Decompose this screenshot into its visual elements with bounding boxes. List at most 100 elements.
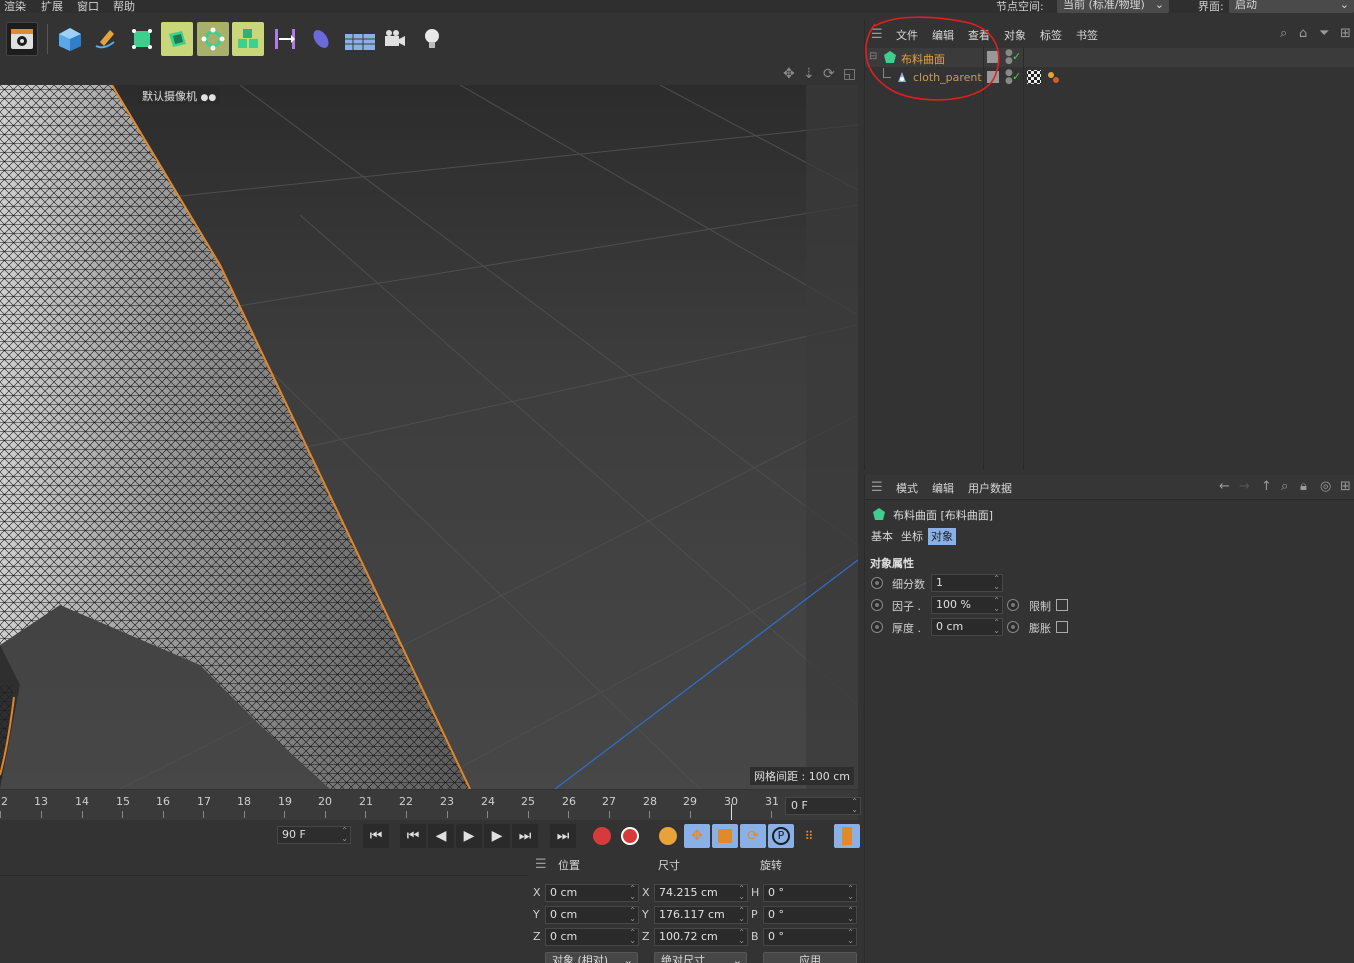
- back-arrow-icon[interactable]: ←: [1219, 479, 1230, 494]
- forward-arrow-icon[interactable]: →: [1239, 479, 1250, 494]
- record-key-icon[interactable]: [589, 824, 615, 848]
- go-to-end-icon[interactable]: ⏭: [550, 824, 576, 848]
- cube-icon[interactable]: [54, 22, 86, 56]
- search-icon[interactable]: ⌕: [1280, 26, 1287, 41]
- position-x-field[interactable]: 0 cm ⌃ ⌄: [545, 884, 639, 902]
- rotation-p-field[interactable]: 0 ° ⌃ ⌄: [763, 906, 857, 924]
- rotation-h-value: 0 °: [768, 886, 784, 899]
- floor-environment-icon[interactable]: [342, 22, 378, 56]
- timeline-tick: 15: [116, 795, 130, 808]
- spinner-icon[interactable]: ⌃ ⌄: [851, 798, 858, 814]
- animate-radio[interactable]: [1007, 621, 1019, 633]
- node-space-select[interactable]: 当前 (标准/物理) ⌄: [1057, 0, 1169, 13]
- menu-render[interactable]: 渲染: [4, 0, 26, 14]
- deformer-bend-icon[interactable]: [269, 22, 301, 56]
- spinner-icon[interactable]: ⌃ ⌄: [341, 827, 348, 843]
- 3d-viewport[interactable]: 网格间距 : 100 cm: [0, 85, 858, 789]
- size-z-field[interactable]: 100.72 cm ⌃ ⌄: [654, 928, 748, 946]
- limit-checkbox[interactable]: [1056, 599, 1068, 611]
- key-parameter-icon[interactable]: P: [768, 824, 794, 848]
- timeline-ruler[interactable]: 2 13 14 15 16 17 18 19 20 21 22 23 24 25…: [0, 790, 858, 820]
- menu-extensions[interactable]: 扩展: [41, 0, 63, 14]
- timeline-window-icon[interactable]: [834, 824, 860, 848]
- inflate-checkbox[interactable]: [1056, 621, 1068, 633]
- autokey-icon[interactable]: [617, 824, 643, 848]
- move-view-icon[interactable]: ✥: [783, 66, 795, 82]
- cloth-tag-icon[interactable]: [1046, 70, 1060, 87]
- animate-radio[interactable]: [871, 621, 883, 633]
- dolly-view-icon[interactable]: ⇣: [803, 66, 815, 82]
- layout-select[interactable]: 启动 ⌄: [1229, 0, 1354, 13]
- tab-object[interactable]: 对象: [928, 528, 956, 545]
- material-tag-icon[interactable]: [1027, 70, 1041, 84]
- subdivisions-field[interactable]: 1 ⌃ ⌄: [931, 574, 1003, 592]
- size-z-value: 100.72 cm: [659, 930, 718, 943]
- menu-window[interactable]: 窗口: [77, 0, 99, 14]
- filter-icon[interactable]: ⏷: [1319, 26, 1329, 41]
- pen-spline-icon[interactable]: [89, 22, 121, 56]
- size-x-field[interactable]: 74.215 cm ⌃ ⌄: [654, 884, 748, 902]
- light-bulb-icon[interactable]: [416, 22, 448, 56]
- om-menu-tags[interactable]: 标签: [1040, 27, 1062, 43]
- next-key-icon[interactable]: ⏭: [512, 824, 538, 848]
- timeline-tick: 24: [481, 795, 495, 808]
- animate-radio[interactable]: [871, 577, 883, 589]
- animate-radio[interactable]: [871, 599, 883, 611]
- key-scale-icon[interactable]: [712, 824, 738, 848]
- hamburger-menu-icon[interactable]: ☰: [535, 857, 547, 872]
- clapper-render-icon[interactable]: [6, 22, 38, 56]
- timeline-tick: 22: [399, 795, 413, 808]
- hamburger-menu-icon[interactable]: ☰: [871, 480, 883, 495]
- step-back-icon[interactable]: ◀: [428, 824, 454, 848]
- rotation-h-field[interactable]: 0 ° ⌃ ⌄: [763, 884, 857, 902]
- size-y-field[interactable]: 176.117 cm ⌃ ⌄: [654, 906, 748, 924]
- end-frame-field[interactable]: 90 F ⌃ ⌄: [277, 826, 351, 844]
- field-icon[interactable]: [305, 22, 337, 56]
- menu-help[interactable]: 帮助: [113, 0, 135, 14]
- mograph-cubes-icon[interactable]: [232, 22, 264, 56]
- om-menu-bookmarks[interactable]: 书签: [1076, 27, 1098, 43]
- playhead[interactable]: [731, 804, 732, 820]
- subdivision-icon[interactable]: [126, 22, 158, 56]
- search-icon[interactable]: ⌕: [1281, 479, 1288, 494]
- key-rotation-icon[interactable]: ⟳: [740, 824, 766, 848]
- position-y-field[interactable]: 0 cm ⌃ ⌄: [545, 906, 639, 924]
- camera-icon[interactable]: [379, 22, 411, 56]
- home-icon[interactable]: ⌂: [1299, 26, 1307, 41]
- camera-label[interactable]: 默认摄像机 ●●: [138, 87, 221, 104]
- new-panel-icon[interactable]: ⊞: [1340, 26, 1351, 41]
- size-mode-select[interactable]: 绝对尺寸 ⌄: [654, 952, 747, 963]
- thickness-field[interactable]: 0 cm ⌃ ⌄: [931, 618, 1003, 636]
- attribute-manager-menu: ☰ 模式 编辑 用户数据 ← → ↑ ⌕ 🔒︎ ◎ ⊞: [865, 475, 1354, 500]
- am-menu-mode[interactable]: 模式: [896, 480, 918, 496]
- factor-field[interactable]: 100 % ⌃ ⌄: [931, 596, 1003, 614]
- cloner-icon[interactable]: [197, 22, 229, 56]
- am-menu-user-data[interactable]: 用户数据: [968, 480, 1012, 496]
- rotate-view-icon[interactable]: ⟳: [823, 66, 835, 82]
- key-position-icon[interactable]: ✥: [684, 824, 710, 848]
- camera-label-text: 默认摄像机: [142, 90, 197, 103]
- extrude-icon[interactable]: [161, 22, 193, 56]
- lock-icon[interactable]: 🔒︎: [1300, 479, 1307, 494]
- checkbox-label: 膨胀: [1029, 622, 1051, 635]
- position-header: 位置: [558, 859, 580, 872]
- target-icon[interactable]: ◎: [1320, 479, 1331, 494]
- up-arrow-icon[interactable]: ↑: [1261, 479, 1272, 494]
- tab-basic[interactable]: 基本: [868, 528, 896, 545]
- previous-key-icon[interactable]: ⏮: [400, 824, 426, 848]
- go-to-start-icon[interactable]: ⏮: [363, 824, 389, 848]
- tab-coordinates[interactable]: 坐标: [898, 528, 926, 545]
- apply-button[interactable]: 应用: [763, 952, 857, 963]
- position-z-field[interactable]: 0 cm ⌃ ⌄: [545, 928, 639, 946]
- rotation-b-field[interactable]: 0 ° ⌃ ⌄: [763, 928, 857, 946]
- coordinate-mode-select[interactable]: 对象 (相对) ⌄: [545, 952, 638, 963]
- step-forward-icon[interactable]: ▶: [484, 824, 510, 848]
- new-panel-icon[interactable]: ⊞: [1340, 479, 1351, 494]
- keyframe-selection-icon[interactable]: [655, 824, 681, 848]
- material-panel: [0, 853, 528, 963]
- key-pla-icon[interactable]: ⠿: [796, 824, 822, 848]
- am-menu-edit[interactable]: 编辑: [932, 480, 954, 496]
- current-frame-field[interactable]: 0 F ⌃ ⌄: [785, 797, 861, 815]
- animate-radio[interactable]: [1007, 599, 1019, 611]
- play-icon[interactable]: ▶: [456, 824, 482, 848]
